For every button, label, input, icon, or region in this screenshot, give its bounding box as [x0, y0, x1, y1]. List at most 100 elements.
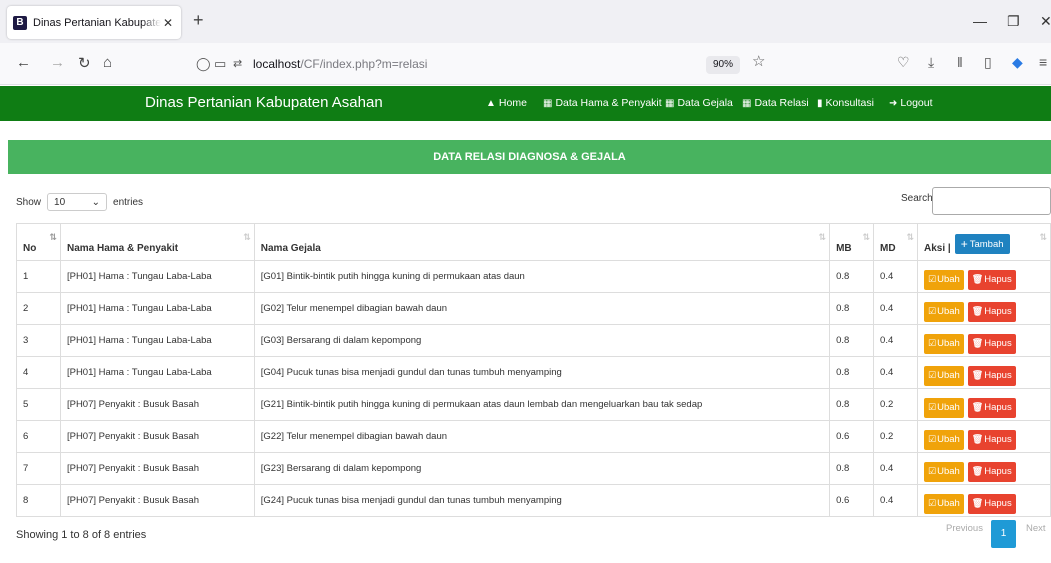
trash-icon: 🗑 [971, 498, 984, 508]
cell-gejala: [G21] Bintik-bintik putih hingga kuning … [253, 388, 831, 421]
ubah-button[interactable]: ☑ Ubah [924, 365, 964, 386]
sidebar-icon[interactable]: ▯ [984, 54, 992, 71]
cell-mb: 0.8 [829, 324, 875, 357]
shield-icon[interactable]: ◯ [196, 56, 211, 72]
pocket-icon[interactable]: ♡ [897, 54, 910, 71]
close-icon[interactable]: ✕ [163, 16, 173, 30]
ubah-button[interactable]: ☑ Ubah [924, 429, 964, 450]
hapus-button[interactable]: 🗑 Hapus [967, 301, 1016, 322]
page-1-button[interactable]: 1 [991, 520, 1016, 548]
entries-select[interactable]: 10 ⌄ [47, 193, 108, 211]
nav-data-hama-penyakit[interactable]: ▦ Data Hama & Penyakit [543, 97, 662, 109]
cell-gejala: [G24] Pucuk tunas bisa menjadi gundul da… [253, 484, 831, 517]
permissions-icon[interactable]: ⇄ [233, 57, 242, 70]
table-icon: ▦ [742, 97, 752, 109]
tambah-button[interactable]: + Tambah [954, 234, 1010, 254]
table-row: 4 [PH01] Hama : Tungau Laba-Laba [G04] Puc… [16, 356, 1051, 389]
hapus-button[interactable]: 🗑 Hapus [967, 365, 1016, 386]
entries-label: entries [113, 196, 144, 208]
chevron-down-icon: ⌄ [91, 196, 101, 208]
cell-aksi: ☑ Ubah 🗑 Hapus [917, 356, 1051, 389]
extension-icon[interactable]: ◆ [1012, 54, 1023, 71]
table-body: 1 [PH01] Hama : Tungau Laba-Laba [G01] Bin… [16, 260, 1051, 517]
cell-mb: 0.6 [829, 484, 875, 517]
trash-icon: 🗑 [971, 370, 984, 380]
next-button[interactable]: Next [1026, 523, 1046, 534]
nav-logout[interactable]: ➜ Logout [889, 97, 933, 109]
reload-icon[interactable]: ↻ [78, 54, 91, 72]
previous-button[interactable]: Previous [946, 523, 983, 534]
cell-penyakit: [PH07] Penyakit : Busuk Basah [59, 388, 255, 421]
cell-penyakit: [PH01] Hama : Tungau Laba-Laba [59, 324, 255, 357]
bookmark-star-icon[interactable]: ☆ [752, 52, 765, 70]
nav-data-gejala[interactable]: ▦ Data Gejala [665, 97, 733, 109]
restore-icon[interactable]: ❐ [1007, 13, 1020, 30]
home-icon: ▲ [486, 97, 496, 109]
ubah-button[interactable]: ☑ Ubah [924, 269, 964, 290]
table-icon: ▦ [665, 97, 675, 109]
download-icon[interactable]: ⤓ [928, 54, 934, 71]
cell-mb: 0.8 [829, 452, 875, 485]
column-header-gejala[interactable]: Nama Gejala ⇅ [253, 223, 831, 261]
hapus-button[interactable]: 🗑 Hapus [967, 461, 1016, 482]
column-header-no[interactable]: No ⇅ [16, 223, 61, 261]
trash-icon: 🗑 [971, 338, 984, 348]
cell-penyakit: [PH07] Penyakit : Busuk Basah [59, 452, 255, 485]
trash-icon: 🗑 [971, 306, 984, 316]
table-row: 6 [PH07] Penyakit : Busuk Basah [G22] Telu… [16, 420, 1051, 453]
ubah-button[interactable]: ☑ Ubah [924, 461, 964, 482]
column-header-penyakit[interactable]: Nama Hama & Penyakit ⇅ [59, 223, 255, 261]
cell-penyakit: [PH01] Hama : Tungau Laba-Laba [59, 260, 255, 293]
nav-konsultasi[interactable]: ▮ Konsultasi [817, 97, 874, 109]
trash-icon: 🗑 [971, 402, 984, 412]
sort-icon: ⇅ [818, 232, 826, 242]
cell-gejala: [G02] Telur menempel dibagian bawah daun [253, 292, 831, 325]
menu-icon[interactable]: ≡ [1039, 54, 1047, 70]
cell-md: 0.2 [873, 388, 918, 421]
ubah-button[interactable]: ☑ Ubah [924, 333, 964, 354]
address-bar[interactable]: ◯ ▭ ⇄ localhost/CF/index.php?m=relasi [188, 49, 740, 79]
column-header-aksi[interactable]: Aksi | + Tambah ⇅ [917, 223, 1051, 261]
hapus-button[interactable]: 🗑 Hapus [967, 493, 1016, 514]
bar-chart-icon: ▮ [817, 97, 823, 109]
column-header-mb[interactable]: MB ⇅ [829, 223, 875, 261]
sort-icon: ⇅ [906, 232, 913, 242]
sort-asc-icon: ⇅ [49, 232, 56, 242]
forward-arrow-icon[interactable]: → [50, 54, 65, 71]
ubah-button[interactable]: ☑ Ubah [924, 493, 964, 514]
cell-mb: 0.8 [829, 292, 875, 325]
hapus-button[interactable]: 🗑 Hapus [967, 397, 1016, 418]
column-header-md[interactable]: MD ⇅ [873, 223, 918, 261]
relasi-table: No ⇅ Nama Hama & Penyakit ⇅ Nama Gejala ⇅ M… [16, 223, 1051, 517]
browser-tab[interactable]: B Dinas Pertanian Kabupaten Asahan ✕ [7, 6, 181, 39]
zoom-level[interactable]: 90% [706, 56, 740, 74]
cell-aksi: ☑ Ubah 🗑 Hapus [917, 484, 1051, 517]
table-icon: ▦ [543, 97, 553, 109]
url-text: localhost/CF/index.php?m=relasi [253, 57, 428, 71]
sort-icon: ⇅ [243, 232, 250, 242]
site-brand[interactable]: Dinas Pertanian Kabupaten Asahan [145, 94, 383, 111]
hapus-button[interactable]: 🗑 Hapus [967, 429, 1016, 450]
table-row: 3 [PH01] Hama : Tungau Laba-Laba [G03] Ber… [16, 324, 1051, 357]
ubah-button[interactable]: ☑ Ubah [924, 301, 964, 322]
nav-home[interactable]: ▲ Home [486, 97, 527, 109]
cell-md: 0.4 [873, 292, 918, 325]
nav-data-relasi[interactable]: ▦ Data Relasi [742, 97, 809, 109]
hapus-button[interactable]: 🗑 Hapus [967, 333, 1016, 354]
minimize-icon[interactable]: — [973, 13, 987, 29]
cell-gejala: [G03] Bersarang di dalam kepompong [253, 324, 831, 357]
new-tab-icon[interactable]: + [193, 10, 204, 31]
cell-no: 5 [16, 388, 61, 421]
ubah-button[interactable]: ☑ Ubah [924, 397, 964, 418]
table-header-row: No ⇅ Nama Hama & Penyakit ⇅ Nama Gejala ⇅ M… [16, 223, 1051, 261]
edit-icon: ☑ [928, 370, 937, 380]
cell-no: 7 [16, 452, 61, 485]
window-close-icon[interactable]: ✕ [1040, 13, 1051, 30]
library-icon[interactable]: ‖ [957, 54, 963, 70]
home-icon[interactable]: ⌂ [103, 54, 112, 71]
page-icon[interactable]: ▭ [214, 56, 226, 72]
back-arrow-icon[interactable]: ← [16, 54, 31, 71]
search-label: Search: [901, 193, 936, 204]
search-input[interactable] [932, 187, 1051, 215]
hapus-button[interactable]: 🗑 Hapus [967, 269, 1016, 290]
